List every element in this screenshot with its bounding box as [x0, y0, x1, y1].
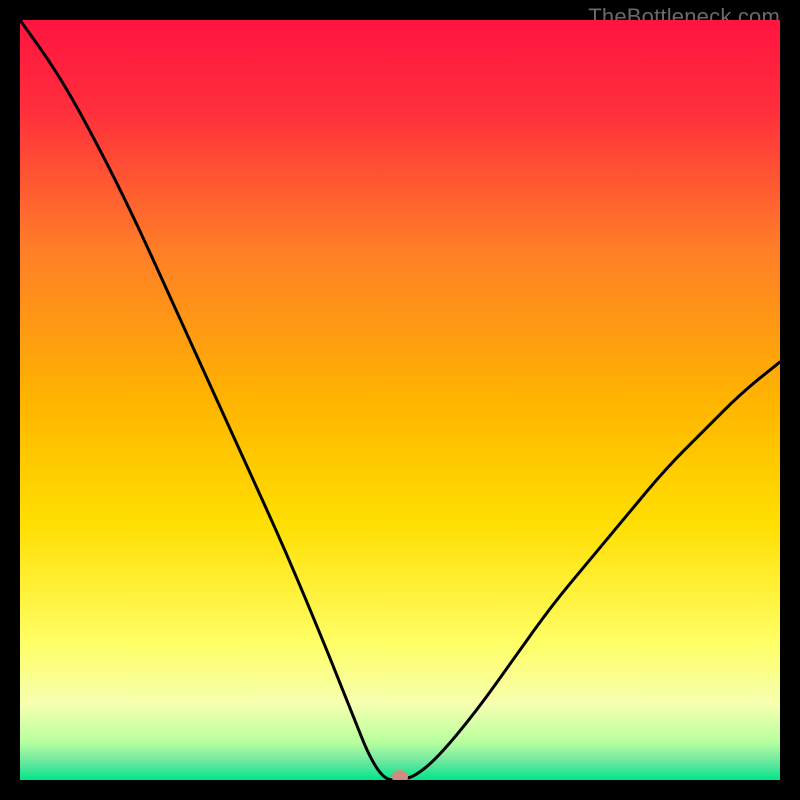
bottleneck-chart [20, 20, 780, 780]
gradient-background [20, 20, 780, 780]
chart-svg [20, 20, 780, 780]
chart-frame: TheBottleneck.com [0, 0, 800, 800]
